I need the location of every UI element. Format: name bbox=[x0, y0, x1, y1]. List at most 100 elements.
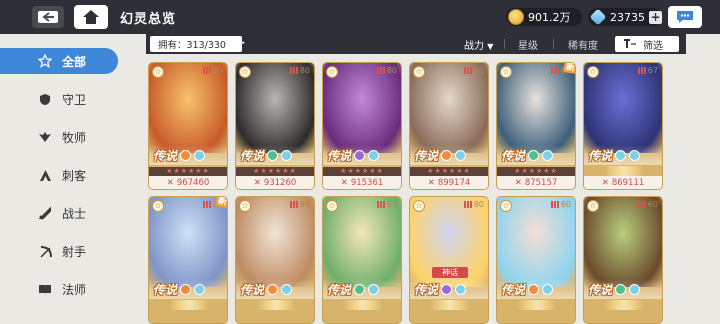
sidebar-item-label: 牧师 bbox=[62, 130, 87, 145]
level-bars-icon bbox=[376, 201, 385, 208]
rarity-label: 传说 bbox=[588, 282, 613, 297]
rank-row: 传说 bbox=[236, 279, 314, 299]
camp-badge-icon: ☆ bbox=[413, 200, 425, 212]
gold-counter: 901.2万 bbox=[506, 8, 582, 26]
power-value: 899174 bbox=[437, 178, 471, 188]
book-icon bbox=[38, 282, 52, 296]
sidebar-item-priest[interactable]: 牧师 bbox=[0, 124, 118, 150]
sidebar-item-warrior[interactable]: 战士 bbox=[0, 200, 118, 226]
hero-card[interactable]: ☆ 80 传说 ★★★★★★ ✕ 915361 bbox=[322, 62, 402, 190]
filter-button[interactable]: 筛选 bbox=[615, 36, 679, 52]
hero-card[interactable]: ☆ 60 传说 bbox=[583, 196, 663, 324]
expand-plus-icon[interactable]: + bbox=[234, 35, 246, 51]
home-button[interactable] bbox=[74, 5, 108, 29]
rank-row: 传说 bbox=[323, 279, 401, 299]
chat-icon bbox=[677, 11, 693, 23]
hero-card[interactable]: ☆ 80 传说 ★★★★★★ ✕ 967460 bbox=[148, 62, 228, 190]
divider bbox=[553, 39, 554, 49]
hero-card[interactable]: ☆ 60 传说 bbox=[496, 196, 576, 324]
back-arrow-icon bbox=[38, 11, 58, 23]
power-value: 875157 bbox=[524, 178, 558, 188]
power-value: 869111 bbox=[611, 178, 645, 188]
chat-button[interactable] bbox=[668, 6, 702, 28]
sidebar-item-guard[interactable]: 守卫 bbox=[0, 86, 118, 112]
hero-card[interactable]: ☆ 80 神话 传说 bbox=[409, 196, 489, 324]
hero-card[interactable]: ☆ 80 传说 ★★★★★★ ✕ 931260 bbox=[235, 62, 315, 190]
add-gems-button[interactable]: + bbox=[649, 10, 662, 24]
sidebar-item-all[interactable]: 全部 bbox=[0, 48, 118, 74]
rank-row: 传说 bbox=[584, 279, 662, 299]
rank-row: 传说 bbox=[236, 145, 314, 165]
class-icon bbox=[629, 149, 641, 161]
level-value: 80 bbox=[473, 66, 484, 75]
sidebar-item-mage[interactable]: 法师 bbox=[0, 276, 118, 302]
crossed-swords-icon: ✕ bbox=[514, 178, 525, 188]
rarity-label: 传说 bbox=[501, 148, 526, 163]
class-icon bbox=[455, 283, 467, 295]
back-button[interactable] bbox=[32, 6, 64, 28]
wing-emblem-icon bbox=[517, 300, 557, 310]
class-icon bbox=[455, 149, 467, 161]
sidebar-item-archer[interactable]: 射手 bbox=[0, 238, 118, 264]
sidebar-item-label: 全部 bbox=[62, 54, 87, 69]
hero-card[interactable]: ☆ 67 传说 bbox=[322, 196, 402, 324]
sort-power-tab[interactable]: 战力 ▼ bbox=[464, 37, 493, 52]
page-title: 幻灵总览 bbox=[120, 12, 177, 27]
hero-card[interactable]: ☆80新传说 bbox=[148, 196, 228, 324]
rank-row: 传说 bbox=[410, 279, 488, 299]
rarity-label: 传说 bbox=[414, 148, 439, 163]
level-bars-icon bbox=[550, 67, 559, 74]
hero-card[interactable]: ☆80新传说★★★★★★✕ 875157 bbox=[496, 62, 576, 190]
level-value: 67 bbox=[647, 66, 658, 75]
filter-label: 筛选 bbox=[643, 40, 663, 52]
wings-icon bbox=[38, 130, 52, 144]
sidebar-item-label: 射手 bbox=[62, 244, 87, 259]
rank-row: 传说 bbox=[497, 145, 575, 165]
rank-row: 传说 bbox=[584, 145, 662, 165]
star-rating: ★★★★★★ bbox=[236, 167, 314, 176]
hero-card[interactable]: ☆ 80 传说 bbox=[235, 196, 315, 324]
wing-emblem-icon bbox=[604, 300, 644, 310]
sort-star-tab[interactable]: 星级 bbox=[518, 37, 538, 52]
sidebar-item-label: 守卫 bbox=[62, 92, 87, 107]
crossed-swords-icon: ✕ bbox=[427, 178, 438, 188]
gem-amount: 23735 bbox=[610, 10, 645, 24]
sidebar-item-assassin[interactable]: 刺客 bbox=[0, 162, 118, 188]
filter-icon bbox=[624, 39, 636, 48]
class-icon bbox=[629, 283, 641, 295]
hero-level: 80 bbox=[202, 66, 223, 75]
rarity-label: 传说 bbox=[588, 148, 613, 163]
level-value: 80 bbox=[299, 66, 310, 75]
power-value: 967460 bbox=[176, 178, 210, 188]
owned-count: 拥有：313/330 bbox=[150, 36, 242, 52]
gold-amount: 901.2万 bbox=[528, 11, 571, 24]
filter-bar: 拥有：313/330 + 战力 ▼ 星级 稀有度 筛选 bbox=[146, 34, 686, 54]
hero-level: 80 bbox=[463, 66, 484, 75]
rank-row: 传说 bbox=[149, 279, 227, 299]
camp-badge-icon: ☆ bbox=[239, 66, 251, 78]
camp-badge-icon: ☆ bbox=[413, 66, 425, 78]
sort-rarity-tab[interactable]: 稀有度 bbox=[568, 37, 598, 52]
camp-badge-icon: ☆ bbox=[326, 200, 338, 212]
power-value-row: ✕ 899174 bbox=[410, 176, 488, 189]
hero-card[interactable]: ☆ 80 传说 ★★★★★★ ✕ 899174 bbox=[409, 62, 489, 190]
level-value: 67 bbox=[386, 200, 397, 209]
sidebar-item-label: 刺客 bbox=[62, 168, 87, 183]
camp-badge-icon: ☆ bbox=[326, 66, 338, 78]
rank-row: 传说 bbox=[149, 145, 227, 165]
shield-icon bbox=[38, 92, 52, 106]
hero-card[interactable]: ☆ 67 传说 ✕ 869111 bbox=[583, 62, 663, 190]
level-bars-icon bbox=[637, 201, 646, 208]
sword-icon bbox=[38, 206, 52, 220]
element-icon bbox=[615, 283, 627, 295]
star-rating: ★★★★★★ bbox=[497, 167, 575, 176]
hero-level: 60 bbox=[550, 200, 571, 209]
element-icon bbox=[441, 149, 453, 161]
camp-badge-icon: ☆ bbox=[152, 66, 164, 78]
dagger-icon bbox=[38, 168, 52, 182]
sidebar-item-label: 法师 bbox=[62, 282, 87, 297]
element-icon bbox=[267, 149, 279, 161]
rarity-label: 传说 bbox=[240, 282, 265, 297]
crossed-swords-icon: ✕ bbox=[253, 178, 264, 188]
level-value: 60 bbox=[560, 200, 571, 209]
